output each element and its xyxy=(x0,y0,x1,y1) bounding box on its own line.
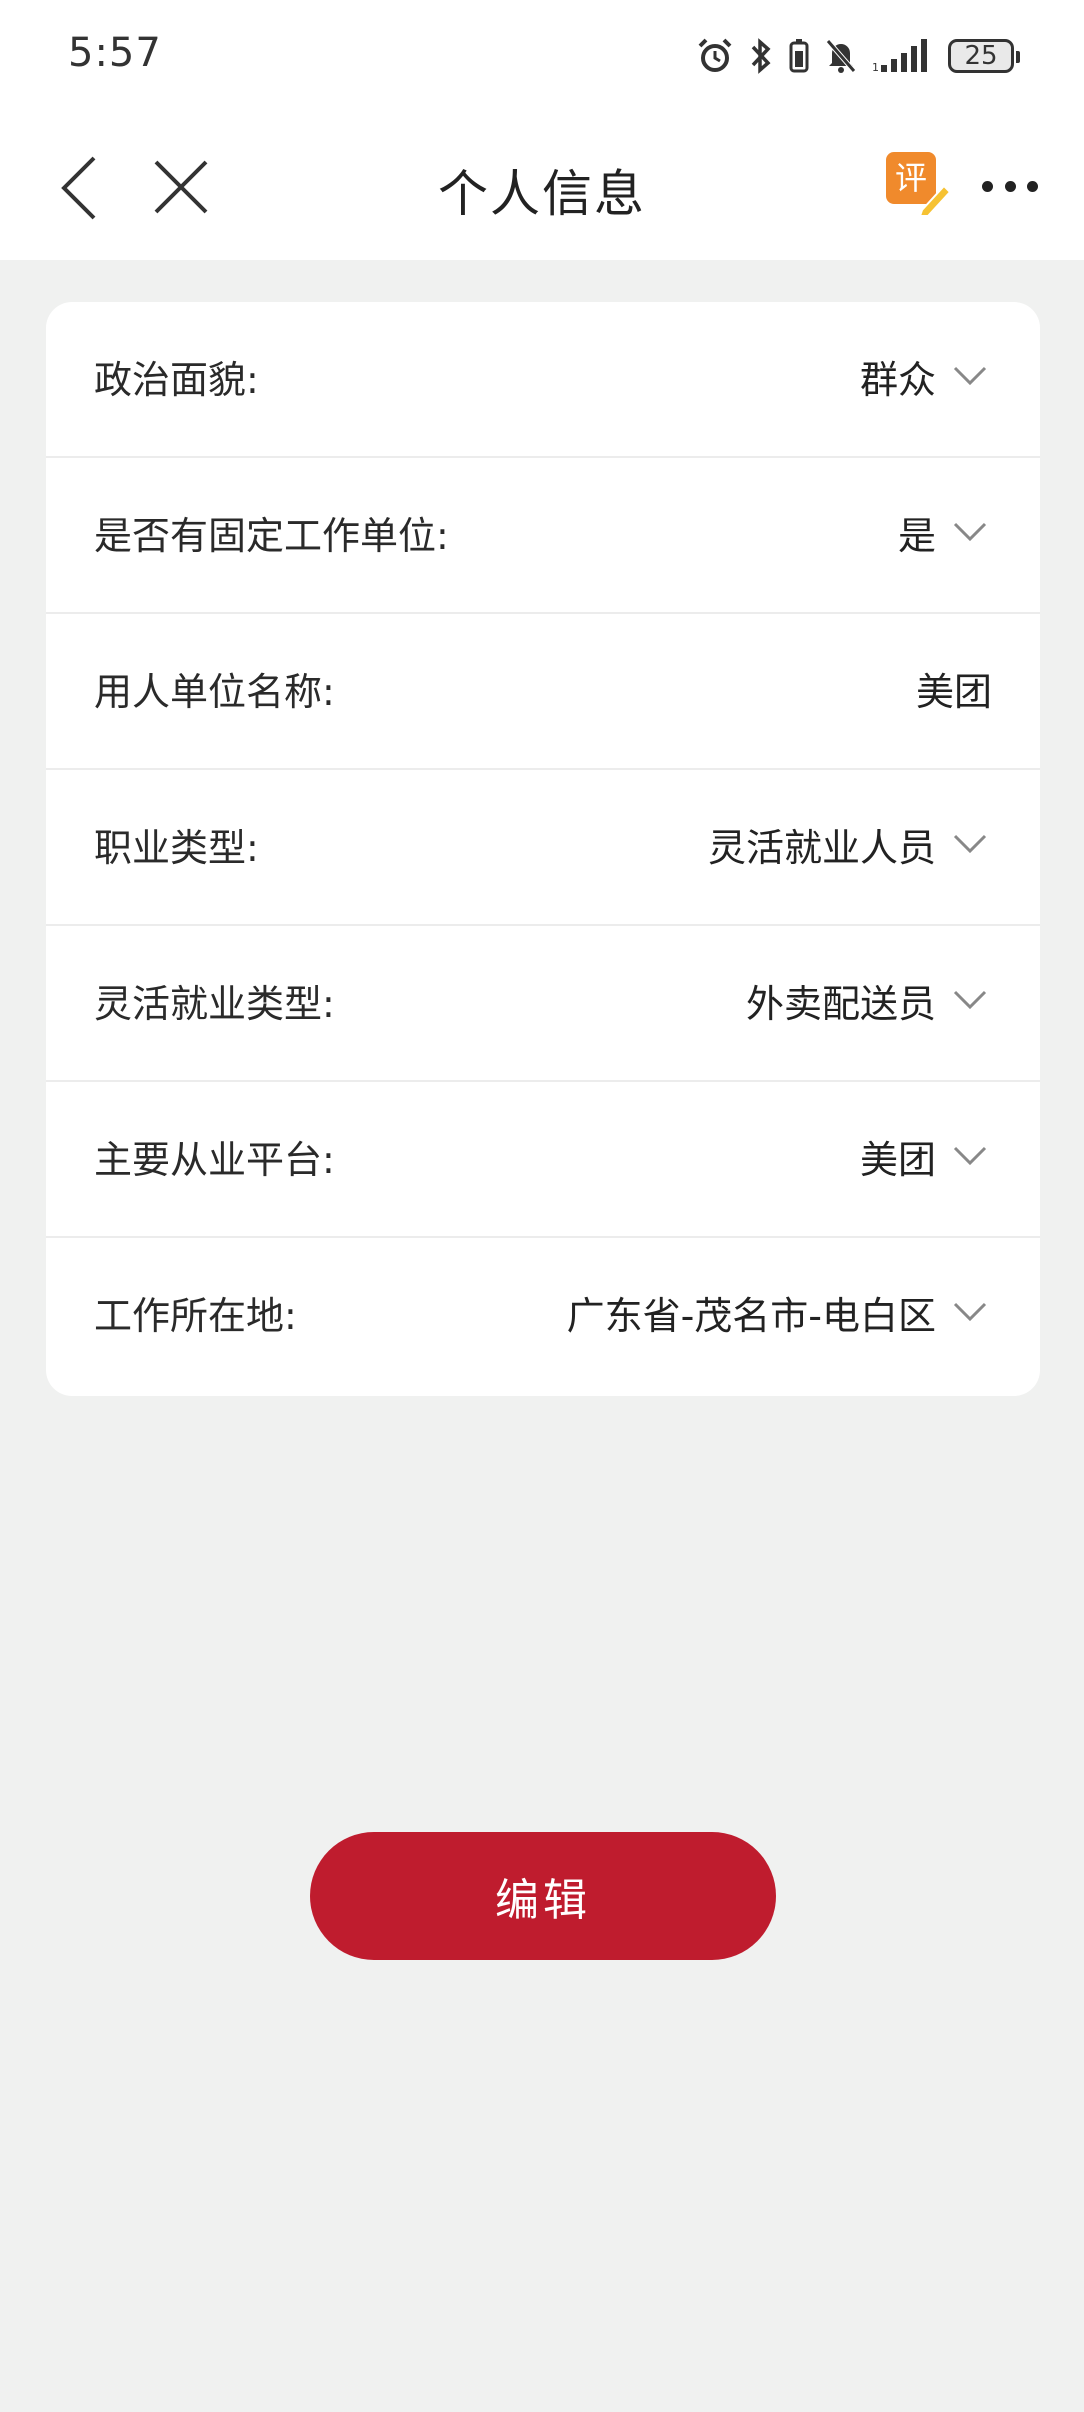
row-label: 工作所在地: xyxy=(94,1294,297,1338)
row-label: 主要从业平台: xyxy=(94,1138,335,1182)
signal-icon: 1 xyxy=(872,37,934,75)
row-value: 是 xyxy=(897,514,936,558)
form-row-main-platform[interactable]: 主要从业平台: 美团 xyxy=(46,1082,1040,1238)
mute-icon xyxy=(824,37,858,75)
review-icon[interactable]: 评 xyxy=(886,152,952,216)
battery-indicator: 25 xyxy=(948,39,1020,73)
row-value: 广东省-茂名市-电白区 xyxy=(566,1294,936,1338)
form-row-fixed-employer[interactable]: 是否有固定工作单位: 是 xyxy=(46,458,1040,614)
edit-button[interactable]: 编辑 xyxy=(310,1832,776,1960)
personal-info-page: 5:57 1 25 个人信息 评 政治面貌: 群众 是否有固定工作单位: 是 用… xyxy=(0,0,1084,2412)
row-label: 职业类型: xyxy=(94,826,259,870)
row-label: 灵活就业类型: xyxy=(94,982,335,1026)
chevron-down-icon xyxy=(953,366,987,386)
svg-text:1: 1 xyxy=(872,61,879,74)
more-icon[interactable] xyxy=(982,166,1038,206)
row-value: 外卖配送员 xyxy=(745,982,936,1026)
pencil-icon xyxy=(918,184,952,216)
info-card: 政治面貌: 群众 是否有固定工作单位: 是 用人单位名称: 美团 职业类型: 灵… xyxy=(46,302,1040,1396)
form-row-flexible-employment-type[interactable]: 灵活就业类型: 外卖配送员 xyxy=(46,926,1040,1082)
form-row-political-status[interactable]: 政治面貌: 群众 xyxy=(46,302,1040,458)
row-label: 政治面貌: xyxy=(94,358,259,402)
chevron-down-icon xyxy=(953,1302,987,1322)
row-label: 是否有固定工作单位: xyxy=(94,514,449,558)
form-row-employer-name: 用人单位名称: 美团 xyxy=(46,614,1040,770)
row-value: 美团 xyxy=(859,1138,936,1182)
alarm-icon xyxy=(696,37,734,75)
status-time: 5:57 xyxy=(68,30,162,76)
status-icons: 1 25 xyxy=(696,34,1020,78)
nav-bar: 个人信息 评 xyxy=(0,112,1084,260)
chevron-down-icon xyxy=(953,990,987,1010)
chevron-down-icon xyxy=(953,834,987,854)
row-value: 美团 xyxy=(915,670,992,714)
form-row-work-location[interactable]: 工作所在地: 广东省-茂名市-电白区 xyxy=(46,1238,1040,1394)
bluetooth-icon xyxy=(748,37,774,75)
row-value: 灵活就业人员 xyxy=(707,826,936,870)
battery-saver-icon xyxy=(788,37,810,75)
row-label: 用人单位名称: xyxy=(94,670,335,714)
form-row-occupation-type[interactable]: 职业类型: 灵活就业人员 xyxy=(46,770,1040,926)
chevron-down-icon xyxy=(953,1146,987,1166)
row-value: 群众 xyxy=(859,358,936,402)
chevron-down-icon xyxy=(953,522,987,542)
status-bar: 5:57 1 25 xyxy=(0,0,1084,112)
